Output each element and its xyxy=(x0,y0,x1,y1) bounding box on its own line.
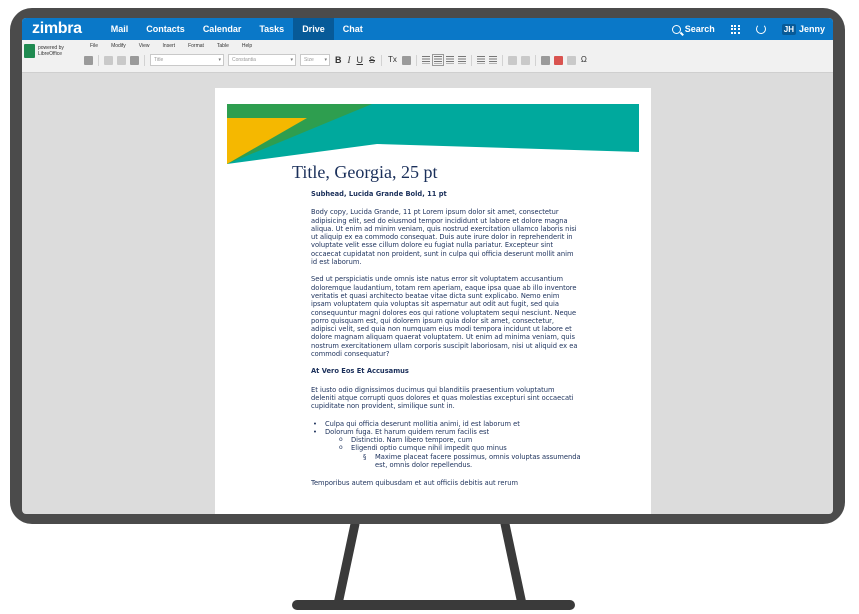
toolbar-separator xyxy=(381,54,383,66)
insert-image-icon[interactable] xyxy=(566,55,576,65)
menu-table[interactable]: Table xyxy=(214,43,239,49)
zimbra-logo[interactable]: zimbra xyxy=(32,20,82,38)
undo-icon[interactable] xyxy=(104,55,113,65)
top-nav-bar: zimbra Mail Contacts Calendar Tasks Driv… xyxy=(22,18,833,40)
top-right-controls: Search JH Jenny xyxy=(671,18,833,40)
nav-chat[interactable]: Chat xyxy=(334,18,372,40)
font-color-icon[interactable] xyxy=(401,55,411,65)
body-paragraph-1: Body copy, Lucida Grande, 11 pt Lorem ip… xyxy=(311,208,577,267)
monitor-frame: zimbra Mail Contacts Calendar Tasks Driv… xyxy=(10,8,845,524)
office-menubar: File Modify View Insert Format Table Hel… xyxy=(87,43,262,49)
toolbar-separator xyxy=(534,54,536,66)
libreoffice-badge: powered by LibreOffice xyxy=(24,44,64,58)
user-avatar[interactable]: JH xyxy=(781,23,796,35)
toolbar-separator xyxy=(415,54,417,66)
toolbar-separator xyxy=(501,54,503,66)
menu-view[interactable]: View xyxy=(136,43,160,49)
search-button[interactable]: Search xyxy=(671,24,715,34)
libreoffice-text: LibreOffice xyxy=(38,51,63,57)
save-icon[interactable] xyxy=(84,55,93,65)
nav-mail[interactable]: Mail xyxy=(102,18,138,40)
body-paragraph-4: Temporibus autem quibusdam et aut offici… xyxy=(311,479,518,488)
decrease-indent-icon[interactable] xyxy=(488,56,497,64)
search-icon xyxy=(671,24,681,34)
strikethrough-button[interactable]: S xyxy=(369,54,375,66)
font-size-select[interactable]: Size xyxy=(300,54,330,66)
search-label: Search xyxy=(684,24,715,34)
menu-file[interactable]: File xyxy=(87,43,108,49)
special-character-button[interactable]: Ω xyxy=(581,54,587,66)
numbered-list-icon[interactable] xyxy=(520,55,530,65)
align-center-icon[interactable] xyxy=(431,54,444,66)
list-item: Maxime placeat facere possimus, omnis vo… xyxy=(311,453,581,470)
bullet-list-icon[interactable] xyxy=(507,55,517,65)
document-subhead: Subhead, Lucida Grande Bold, 11 pt xyxy=(311,190,447,198)
libreoffice-logo-icon xyxy=(24,44,35,58)
screen: zimbra Mail Contacts Calendar Tasks Driv… xyxy=(22,18,833,514)
nav-tasks[interactable]: Tasks xyxy=(250,18,293,40)
menu-insert[interactable]: Insert xyxy=(160,43,186,49)
align-justify-icon[interactable] xyxy=(457,56,466,64)
section-heading: At Vero Eos Et Accusamus xyxy=(311,367,409,376)
insert-table-icon[interactable] xyxy=(540,55,550,65)
insert-bookmark-icon[interactable] xyxy=(553,55,563,65)
list-item: Culpa qui officia deserunt mollitia anim… xyxy=(311,420,581,429)
menu-format[interactable]: Format xyxy=(185,43,214,49)
document-title: Title, Georgia, 25 pt xyxy=(292,162,438,182)
menu-help[interactable]: Help xyxy=(239,43,262,49)
bold-button[interactable]: B xyxy=(335,54,342,66)
paragraph-style-select[interactable]: Title xyxy=(150,54,224,66)
underline-button[interactable]: U xyxy=(357,54,364,66)
refresh-icon[interactable] xyxy=(755,24,766,34)
list-item: Eligendi optio cumque nihil impedit quo … xyxy=(311,444,581,453)
main-nav: Mail Contacts Calendar Tasks Drive Chat xyxy=(102,18,372,40)
clone-format-icon[interactable] xyxy=(130,55,139,65)
font-name-select[interactable]: Constantia xyxy=(228,54,296,66)
list-item: Distinctio. Nam libero tempore, cum xyxy=(311,436,581,445)
redo-icon[interactable] xyxy=(117,55,126,65)
align-right-icon[interactable] xyxy=(445,56,454,64)
header-banner-graphic xyxy=(227,104,639,164)
office-toolbar: powered by LibreOffice File Modify View … xyxy=(22,40,833,73)
bullet-list: Culpa qui officia deserunt mollitia anim… xyxy=(311,420,581,470)
user-name[interactable]: Jenny xyxy=(799,24,825,34)
menu-modify[interactable]: Modify xyxy=(108,43,136,49)
list-item: Dolorum fuga. Et harum quidem rerum faci… xyxy=(311,428,581,437)
align-left-icon[interactable] xyxy=(421,56,430,64)
nav-contacts[interactable]: Contacts xyxy=(137,18,194,40)
increase-indent-icon[interactable] xyxy=(476,56,485,64)
clear-formatting-button[interactable]: Tx xyxy=(388,54,397,66)
document-body: Subhead, Lucida Grande Bold, 11 pt Body … xyxy=(311,190,581,494)
nav-calendar[interactable]: Calendar xyxy=(194,18,251,40)
italic-button[interactable]: I xyxy=(348,54,351,66)
apps-grid-icon[interactable] xyxy=(730,24,740,34)
toolbar-separator xyxy=(470,54,472,66)
nav-drive[interactable]: Drive xyxy=(293,18,334,40)
formatting-tools: Title Constantia Size B I U S Tx xyxy=(82,53,590,67)
toolbar-separator xyxy=(98,54,99,66)
document-page[interactable]: Title, Georgia, 25 pt Subhead, Lucida Gr… xyxy=(215,88,651,514)
body-paragraph-3: Et iusto odio dignissimos ducimus qui bl… xyxy=(311,385,574,411)
body-paragraph-2: Sed ut perspiciatis unde omnis iste natu… xyxy=(311,275,578,359)
toolbar-separator xyxy=(144,54,145,66)
